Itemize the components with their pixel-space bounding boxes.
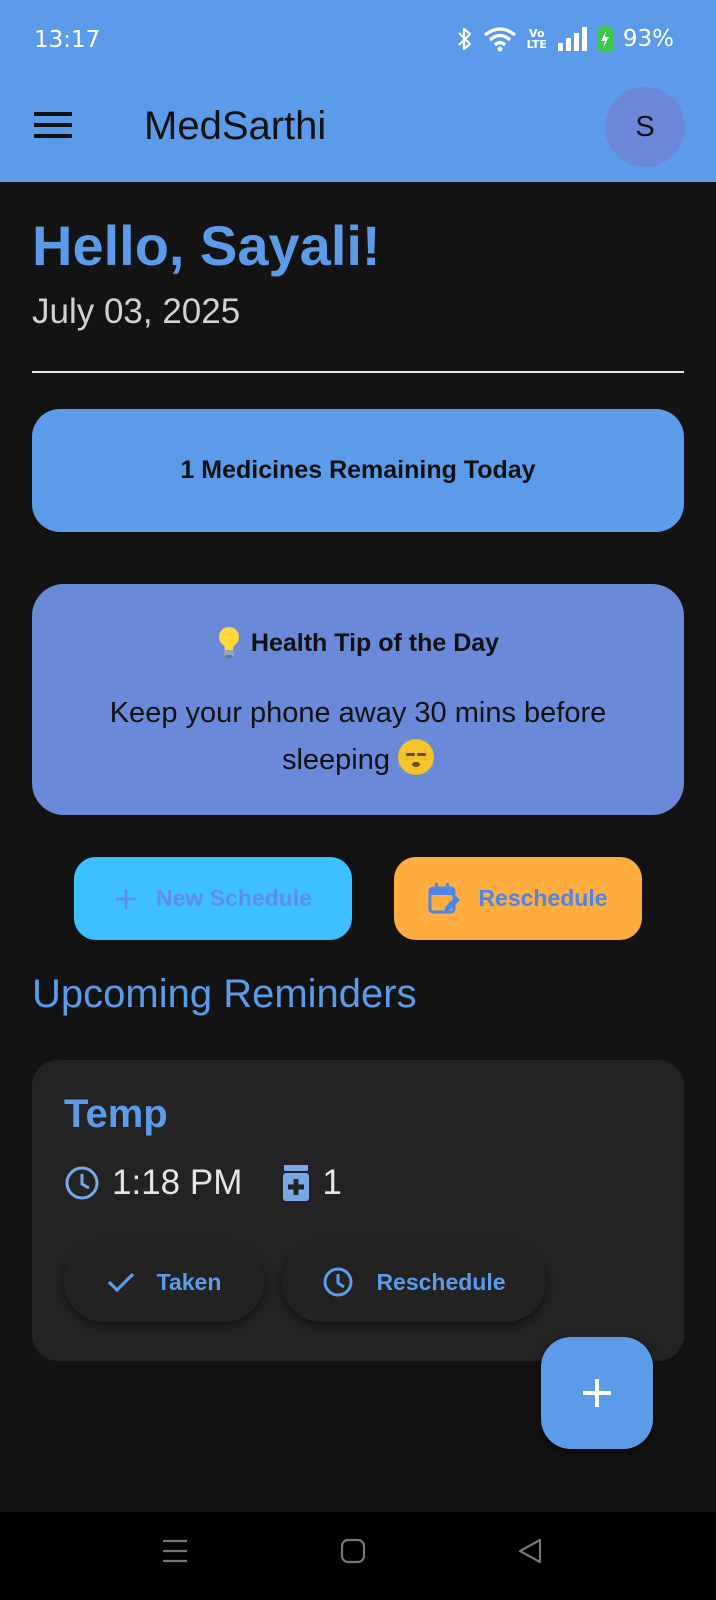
hamburger-menu-icon [34,112,72,138]
reschedule-label: Reschedule [478,885,608,911]
medicines-remaining-text: 1 Medicines Remaining Today [180,456,536,484]
status-bar: 13:17 Vo LTE 93% [0,0,716,84]
health-tip-title: Health Tip of the Day [250,628,500,657]
back-button[interactable] [517,1538,543,1568]
menu-button[interactable] [34,110,78,144]
home-icon [340,1538,366,1564]
plus-icon [116,888,137,909]
medicine-bottle-icon [283,1165,310,1201]
divider [32,371,684,373]
upcoming-reminders-title: Upcoming Reminders [32,972,417,1016]
taken-label: Taken [156,1268,222,1295]
greeting: Hello, Sayali! [32,214,381,277]
checkmark-icon [107,1272,134,1293]
reminder-reschedule-label: Reschedule [376,1268,506,1295]
clock-icon [65,1166,99,1200]
reschedule-button[interactable]: Reschedule [394,857,642,940]
battery-percent: 93% [622,26,674,52]
bluetooth-icon [457,27,471,51]
plus-icon [583,1379,611,1407]
reminder-meta: 1:18 PM 1 [64,1163,342,1203]
health-tip-card: Health Tip of the Day Keep your phone aw… [32,584,684,815]
app-bar: 13:17 Vo LTE 93% MedSarthi S [0,0,716,182]
recent-apps-icon [163,1539,187,1563]
app-title: MedSarthi [144,104,327,148]
calendar-edit-icon [428,882,461,913]
current-date: July 03, 2025 [32,292,241,331]
new-schedule-label: New Schedule [156,885,312,911]
recent-apps-button[interactable] [162,1538,188,1568]
new-schedule-button[interactable]: New Schedule [74,857,352,940]
reminder-dose: 1 [322,1163,342,1202]
volte-icon: Vo LTE [527,28,547,50]
signal-icon [557,27,587,51]
system-navigation-bar [0,1512,716,1600]
sleeping-face-emoji-icon [398,739,435,775]
health-tip-body: Keep your phone away 30 mins before slee… [72,690,644,784]
avatar[interactable]: S [605,87,685,167]
reminder-time: 1:18 PM [112,1163,243,1202]
health-tip-header: Health Tip of the Day [32,626,684,660]
add-reminder-fab[interactable] [541,1337,653,1449]
lightbulb-icon [218,627,239,658]
reminder-card: Temp 1:18 PM 1 Taken Reschedule [32,1060,684,1361]
back-icon [518,1538,542,1564]
health-tip-text: Keep your phone away 30 mins before slee… [109,697,607,776]
medicines-remaining-card: 1 Medicines Remaining Today [32,409,684,532]
volte-bottom: LTE [526,38,547,51]
wifi-icon [483,27,516,52]
status-time: 13:17 [34,27,101,53]
reminder-reschedule-button[interactable]: Reschedule [282,1242,546,1322]
home-button[interactable] [340,1538,366,1568]
reminder-medicine-name: Temp [64,1092,168,1136]
mark-taken-button[interactable]: Taken [64,1242,264,1322]
clock-icon [323,1267,353,1297]
status-icons: Vo LTE 93% [457,26,674,52]
battery-charging-icon [596,26,613,52]
